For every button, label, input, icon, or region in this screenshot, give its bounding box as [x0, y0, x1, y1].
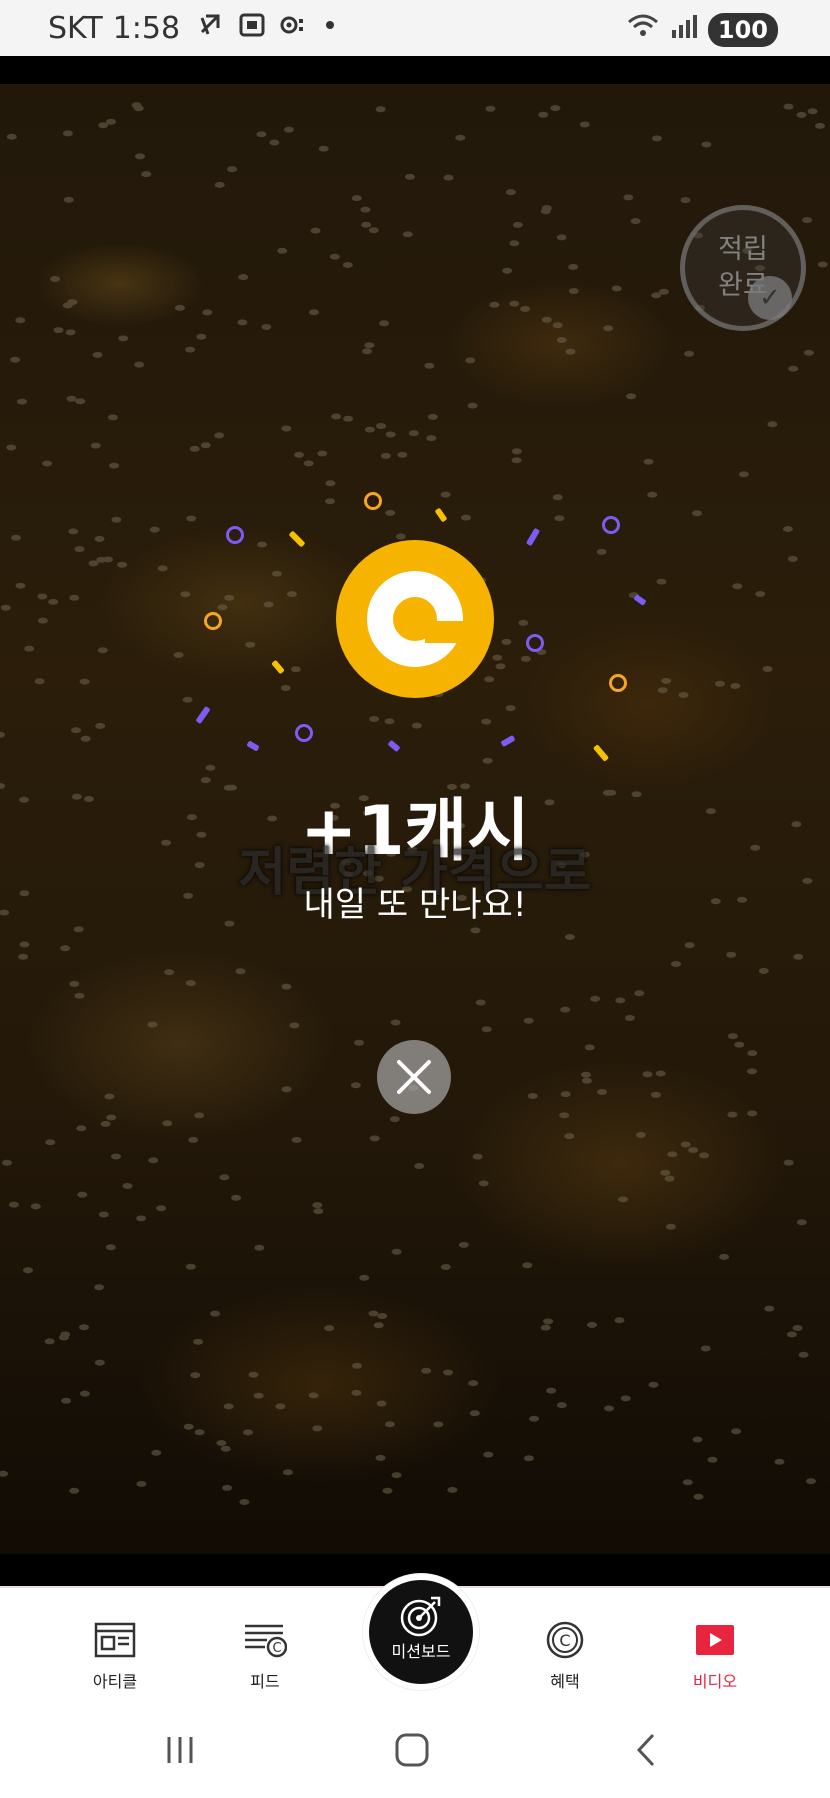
nav-label-feed: 피드: [250, 1672, 280, 1691]
cash-coin-icon: [336, 540, 494, 698]
mission-board-button[interactable]: 미션보드: [363, 1574, 479, 1690]
stamp-check-icon: ✓: [748, 276, 792, 320]
confetti-ring: [526, 634, 544, 652]
confetti-ring: [364, 492, 382, 510]
nav-label-article: 아티클: [92, 1672, 138, 1691]
nav-item-benefit[interactable]: C 혜택: [510, 1618, 620, 1692]
screenshot-icon: [238, 10, 266, 46]
video-play-icon: [696, 1625, 734, 1655]
home-icon: [395, 1733, 429, 1767]
wifi-icon: [626, 12, 660, 48]
confetti-ring: [609, 674, 627, 692]
nav-label-video: 비디오: [692, 1672, 738, 1691]
close-button[interactable]: [377, 1040, 451, 1114]
recent-apps-button[interactable]: [160, 1730, 200, 1770]
article-icon: [94, 1622, 136, 1658]
recent-apps-icon: [167, 1737, 193, 1763]
settings-dots-icon: [280, 10, 310, 46]
nav-label-benefit: 혜택: [550, 1672, 580, 1691]
mission-target-icon: [400, 1596, 441, 1637]
earned-stamp: 적립 완료: [680, 205, 806, 331]
carrier-label: SKT: [48, 10, 103, 46]
back-icon: [636, 1733, 655, 1767]
confetti-ring: [226, 526, 244, 544]
confetti-ring: [204, 612, 222, 630]
back-button[interactable]: [626, 1730, 666, 1770]
benefit-coin-icon: C: [546, 1621, 584, 1659]
svg-text:C: C: [559, 1631, 570, 1650]
status-bar: SKT 1:58 100: [0, 0, 830, 56]
notification-dot-icon: [324, 10, 336, 46]
home-button[interactable]: [392, 1730, 432, 1770]
nav-label-mission: 미션보드: [391, 1642, 451, 1661]
nav-item-video[interactable]: 비디오: [660, 1618, 770, 1692]
feed-icon: C: [245, 1624, 287, 1658]
confetti-ring: [602, 516, 620, 534]
nav-item-feed[interactable]: C 피드: [210, 1618, 320, 1692]
system-navigation-bar: [0, 1702, 830, 1798]
missed-call-icon: [198, 10, 224, 46]
reward-message: 내일 또 만나요!: [303, 885, 527, 925]
clock: 1:58: [112, 10, 181, 46]
battery-indicator: 100: [707, 13, 778, 47]
svg-text:C: C: [272, 1641, 281, 1656]
signal-icon: [670, 12, 698, 48]
confetti-ring: [295, 724, 313, 742]
nav-item-article[interactable]: 아티클: [60, 1618, 170, 1692]
close-icon: [397, 1060, 431, 1094]
